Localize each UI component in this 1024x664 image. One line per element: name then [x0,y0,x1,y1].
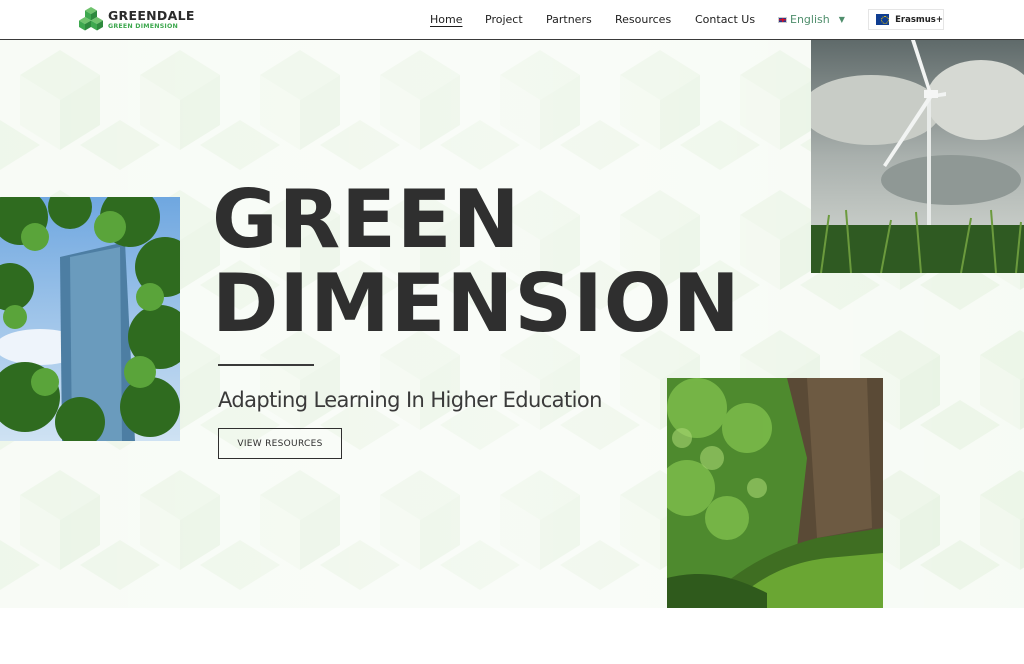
erasmus-label: Erasmus+ [895,14,943,25]
photo-wind-turbine [811,40,1024,273]
title-divider [218,364,314,366]
hero-title-line-1: GREEN [212,173,521,266]
eu-flag-icon [876,14,890,25]
view-resources-button[interactable]: VIEW RESOURCES [218,428,342,459]
nav-resources[interactable]: Resources [615,13,671,26]
hero-title-line-2: DIMENSION [212,257,741,350]
site-header: GREENDALE GREEN DIMENSION Home Project P… [0,0,1024,40]
brand-name: GREENDALE [108,8,195,24]
hero-subtitle: Adapting Learning In Higher Education [218,388,602,412]
site-logo[interactable]: GREENDALE GREEN DIMENSION [78,5,195,35]
caret-down-icon: ▼ [838,15,845,24]
language-label: English [790,13,830,26]
nav-contact-us[interactable]: Contact Us [695,13,755,26]
language-switcher[interactable]: English ▼ [778,13,845,26]
hero-title: GREEN DIMENSION [212,178,741,346]
photo-mossy-tree [667,378,883,608]
hero-section: GREEN DIMENSION Adapting Learning In Hig… [0,40,1024,608]
nav-project[interactable]: Project [485,13,523,26]
green-cube-logo-icon [79,7,103,31]
erasmus-badge[interactable]: Erasmus+ [868,9,944,30]
brand-tagline: GREEN DIMENSION [108,22,178,30]
nav-partners[interactable]: Partners [546,13,592,26]
photo-building-leaves [0,197,180,441]
uk-flag-icon [778,16,787,23]
nav-home[interactable]: Home [430,13,462,26]
